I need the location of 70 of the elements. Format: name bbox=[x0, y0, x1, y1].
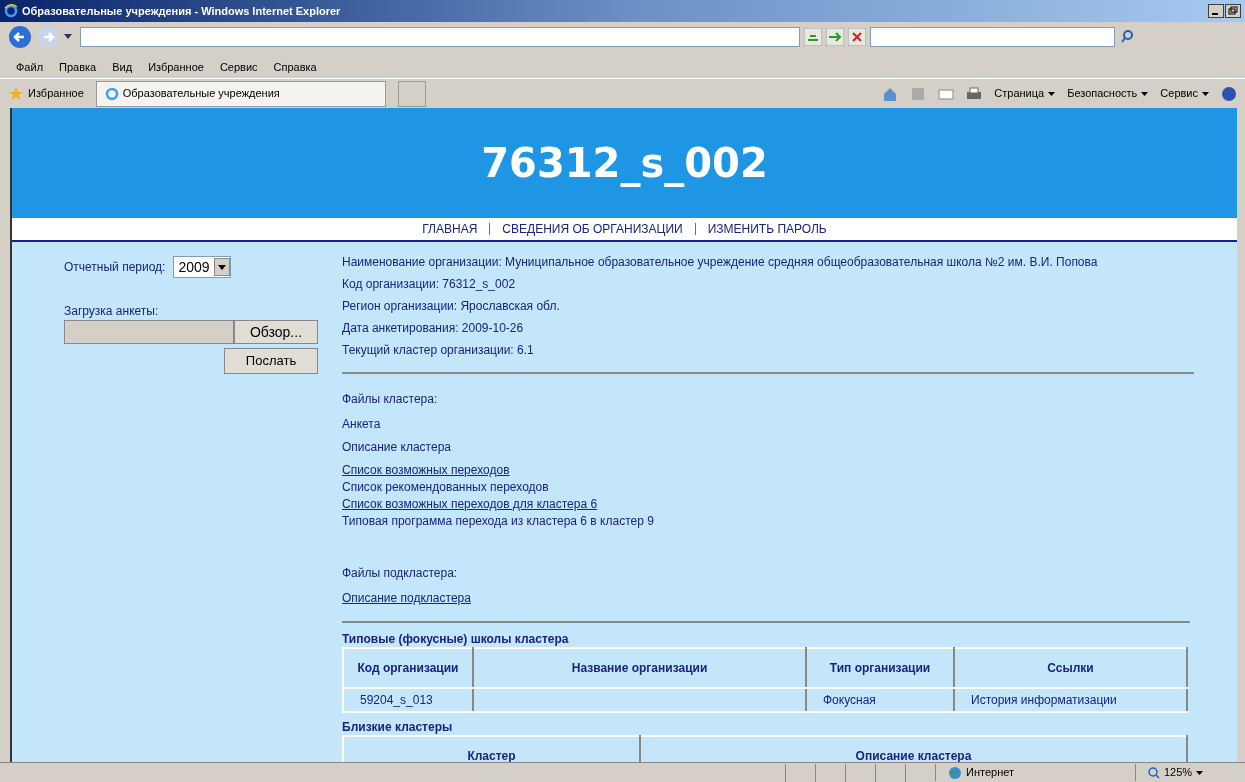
info-line: Регион организации: Ярославская обл. bbox=[342, 298, 561, 314]
caret-icon bbox=[1196, 770, 1204, 775]
column-header: Название организации bbox=[473, 648, 806, 688]
zoom-icon[interactable] bbox=[1148, 766, 1160, 779]
browser-tab[interactable]: Образовательные учреждения bbox=[95, 80, 386, 107]
column-header: Ссылки bbox=[954, 648, 1187, 688]
nav-link[interactable]: ИЗМЕНИТЬ ПАРОЛЬ bbox=[707, 220, 827, 238]
menu-item[interactable]: Вид bbox=[112, 58, 133, 76]
table-title: Близкие кластеры bbox=[342, 719, 454, 735]
globe-icon bbox=[948, 765, 962, 780]
file-path-field[interactable] bbox=[64, 320, 234, 344]
info-line: Текущий кластер организации: 6.1 bbox=[342, 342, 535, 358]
go-icon[interactable] bbox=[826, 28, 844, 46]
upload-label: Загрузка анкеты: bbox=[64, 303, 160, 320]
file-item: Анкета bbox=[342, 416, 382, 433]
send-button[interactable]: Послать bbox=[224, 348, 318, 374]
caret-icon bbox=[1202, 91, 1209, 96]
stop-icon[interactable] bbox=[848, 28, 866, 46]
period-select[interactable]: 2009 bbox=[173, 256, 231, 278]
info-line: Наименование организации: Муниципальное образовательное учреждение средняя общеобразовательная школа №2 им. В.И. Попова bbox=[342, 254, 1099, 270]
security-zone: Интернет bbox=[966, 765, 1014, 781]
file-link[interactable]: Описание подкластера bbox=[342, 590, 471, 607]
print-icon[interactable] bbox=[966, 85, 983, 102]
caret-icon bbox=[1141, 91, 1149, 96]
info-line: Код организации: 76312_s_002 bbox=[342, 276, 517, 292]
browse-button[interactable]: Обзор... bbox=[234, 320, 318, 344]
file-link[interactable]: Список возможных переходов bbox=[342, 462, 510, 479]
menu-item[interactable]: Справка bbox=[273, 58, 317, 76]
browser-logo-icon bbox=[104, 86, 119, 101]
table-cell: История информатизации bbox=[954, 688, 1187, 712]
column-header: Кластер bbox=[343, 736, 640, 762]
favorites-label[interactable]: Избранное bbox=[28, 85, 84, 102]
command-menu[interactable]: Страница bbox=[994, 85, 1056, 102]
zoom-level[interactable]: 125% bbox=[1164, 764, 1193, 781]
column-header: Тип организации bbox=[806, 648, 954, 688]
star-icon bbox=[8, 85, 24, 102]
section-heading: Файлы кластера: bbox=[342, 391, 439, 408]
period-label: Отчетный период: bbox=[64, 259, 166, 276]
file-item: Список рекомендованных переходов bbox=[342, 479, 550, 496]
table-cell: 59204_s_013 bbox=[343, 688, 473, 712]
address-field[interactable] bbox=[80, 27, 800, 47]
caret-icon bbox=[1048, 91, 1056, 96]
home-icon[interactable] bbox=[882, 85, 899, 102]
command-menu[interactable]: Сервис bbox=[1160, 85, 1209, 102]
menu-item[interactable]: Сервис bbox=[219, 58, 258, 76]
command-menu[interactable]: Безопасность bbox=[1067, 85, 1149, 102]
restore-icon[interactable] bbox=[1225, 4, 1241, 18]
file-item: Описание кластера bbox=[342, 439, 452, 456]
dropdown-icon[interactable] bbox=[64, 34, 72, 40]
window-title: Образовательные учреждения - Windows Internet Explorer bbox=[22, 3, 342, 19]
menu-item[interactable]: Файл bbox=[16, 58, 44, 76]
caret-icon[interactable] bbox=[217, 264, 226, 270]
back-icon[interactable] bbox=[8, 25, 32, 49]
minimize-icon[interactable] bbox=[1208, 4, 1224, 18]
nav-link[interactable]: СВЕДЕНИЯ ОБ ОРГАНИЗАЦИИ bbox=[502, 220, 683, 238]
nav-link[interactable]: ГЛАВНАЯ bbox=[422, 220, 478, 238]
column-header: Код организации bbox=[343, 648, 473, 688]
search-field[interactable] bbox=[870, 27, 1115, 47]
browser-logo-icon bbox=[4, 4, 18, 18]
info-line: Дата анкетирования: 2009-10-26 bbox=[342, 320, 525, 336]
page-title: 76312_s_002 bbox=[481, 139, 768, 189]
section-heading: Файлы подкластера: bbox=[342, 565, 459, 582]
table-cell: Фокусная bbox=[806, 688, 954, 712]
file-link[interactable]: Список возможных переходов для кластера 6 bbox=[342, 496, 598, 513]
table-title: Типовые (фокусные) школы кластера bbox=[342, 631, 570, 647]
menu-item[interactable]: Избранное bbox=[148, 58, 204, 76]
file-item: Типовая программа перехода из кластера 6 в кластер 9 bbox=[342, 513, 655, 530]
help-icon[interactable] bbox=[1221, 85, 1237, 102]
menu-item[interactable]: Правка bbox=[59, 58, 97, 76]
column-header: Описание кластера bbox=[640, 736, 1187, 762]
